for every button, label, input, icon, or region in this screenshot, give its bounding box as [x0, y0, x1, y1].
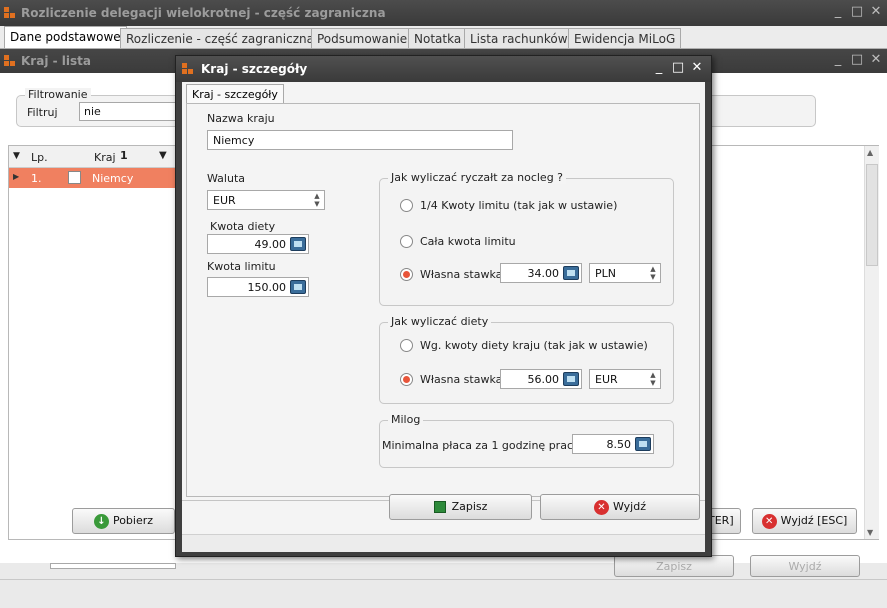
- tab-kraj-szczegoly[interactable]: Kraj - szczegóły: [186, 84, 284, 104]
- save-button[interactable]: Zapisz: [389, 494, 532, 520]
- row-lp: 1.: [31, 172, 42, 185]
- grid-scrollbar[interactable]: ▲ ▼: [864, 146, 879, 539]
- list-maximize-icon[interactable]: □: [849, 52, 865, 68]
- exit-button[interactable]: ✕ Wyjdź: [540, 494, 700, 520]
- calculator-icon[interactable]: [635, 437, 651, 451]
- currency-select[interactable]: EUR ▲ ▼: [207, 190, 325, 210]
- footer-divider: [0, 579, 887, 580]
- sort-order-icon: 1: [120, 149, 128, 162]
- list-window-title: Kraj - lista: [21, 54, 91, 68]
- dialog-title-bar: Kraj - szczegóły _ □ ✕: [176, 56, 711, 82]
- diet-amount-label: Kwota diety: [210, 220, 276, 233]
- diet-option-country: Wg. kwoty diety kraju (tak jak w ustawie…: [420, 339, 648, 352]
- maximize-icon[interactable]: □: [849, 4, 865, 20]
- tab-lista-rachunkow[interactable]: Lista rachunków: [464, 28, 574, 48]
- row-checkbox[interactable]: [68, 171, 81, 184]
- diet-radio-own[interactable]: [400, 373, 413, 386]
- dialog-body: Kraj - szczegóły Nazwa kraju Niemcy Walu…: [182, 82, 705, 552]
- country-details-dialog: Kraj - szczegóły _ □ ✕ Kraj - szczegóły …: [175, 55, 712, 557]
- floppy-disk-icon: [433, 501, 446, 513]
- dialog-close-icon[interactable]: ✕: [689, 60, 705, 76]
- tab-dane-podstawowe[interactable]: Dane podstawowe: [4, 26, 127, 48]
- filter-label: Filtruj: [27, 106, 58, 119]
- milog-group: Milog Minimalna płaca za 1 godzinę pracy…: [379, 413, 674, 468]
- lodging-option-full: Cała kwota limitu: [420, 235, 516, 248]
- min-wage-input[interactable]: 8.50: [572, 434, 654, 454]
- tab-notatka[interactable]: Notatka: [408, 28, 468, 48]
- column-kraj[interactable]: Kraj: [94, 151, 116, 164]
- calculator-icon[interactable]: [290, 280, 306, 294]
- pobierz-button[interactable]: ↓ Pobierz: [72, 508, 175, 534]
- exit-esc-button[interactable]: ✕ Wyjdź [ESC]: [752, 508, 857, 534]
- main-window-title: Rozliczenie delegacji wielokrotnej - czę…: [21, 6, 386, 20]
- close-icon[interactable]: ✕: [868, 4, 884, 20]
- exit-icon: ✕: [761, 513, 777, 529]
- lodging-group: Jak wyliczać ryczałt za nocleg ? 1/4 Kwo…: [379, 171, 674, 306]
- list-close-icon[interactable]: ✕: [868, 52, 884, 68]
- lodging-radio-own[interactable]: [400, 268, 413, 281]
- dialog-maximize-icon[interactable]: □: [670, 60, 686, 76]
- currency-label: Waluta: [207, 172, 245, 185]
- filter-input[interactable]: nie: [79, 102, 179, 121]
- lodging-group-legend: Jak wyliczać ryczałt za nocleg ?: [388, 171, 567, 184]
- diet-group: Jak wyliczać diety Wg. kwoty diety kraju…: [379, 315, 674, 404]
- column-lp[interactable]: Lp.: [31, 151, 48, 164]
- diet-currency-select[interactable]: EUR ▲ ▼: [589, 369, 661, 389]
- filter-group-legend: Filtrowanie: [25, 88, 91, 101]
- footer-field-partial[interactable]: [50, 563, 176, 569]
- dialog-title: Kraj - szczegóły: [201, 62, 308, 76]
- calculator-icon[interactable]: [563, 266, 579, 280]
- lodging-radio-quarter[interactable]: [400, 199, 413, 212]
- row-indicator-icon: ▶: [13, 172, 20, 181]
- minimize-icon[interactable]: _: [830, 4, 846, 20]
- dialog-status-strip: [182, 534, 705, 552]
- lodging-rate-input[interactable]: 34.00: [500, 263, 582, 283]
- limit-amount-label: Kwota limitu: [207, 260, 276, 273]
- funnel-icon[interactable]: ▼: [159, 150, 167, 161]
- row-kraj: Niemcy: [92, 172, 134, 185]
- diet-radio-country[interactable]: [400, 339, 413, 352]
- scroll-up-icon[interactable]: ▲: [867, 148, 873, 157]
- lodging-radio-full[interactable]: [400, 235, 413, 248]
- main-footer: Zapisz Wyjdź: [0, 555, 887, 608]
- lodging-option-quarter: 1/4 Kwoty limitu (tak jak w ustawie): [420, 199, 618, 212]
- diet-amount-input[interactable]: 49.00: [207, 234, 309, 254]
- list-minimize-icon[interactable]: _: [830, 52, 846, 68]
- diet-currency-spin-icon[interactable]: ▲ ▼: [647, 371, 659, 387]
- country-name-input[interactable]: Niemcy: [207, 130, 513, 150]
- limit-amount-input[interactable]: 150.00: [207, 277, 309, 297]
- diet-option-own: Własna stawka: [420, 373, 503, 386]
- diet-rate-input[interactable]: 56.00: [500, 369, 582, 389]
- currency-spin-icon[interactable]: ▲ ▼: [311, 192, 323, 208]
- list-logo-icon: [4, 55, 16, 67]
- app-logo-icon: [4, 7, 16, 19]
- lodging-currency-select[interactable]: PLN ▲ ▼: [589, 263, 661, 283]
- diet-group-legend: Jak wyliczać diety: [388, 315, 492, 328]
- min-wage-label: Minimalna płaca za 1 godzinę pracy: [382, 439, 580, 452]
- dialog-logo-icon: [182, 63, 194, 75]
- footer-save-button-partial[interactable]: Zapisz: [614, 555, 734, 577]
- tab-podsumowanie[interactable]: Podsumowanie: [311, 28, 414, 48]
- tab-ewidencja-milog[interactable]: Ewidencja MiLoG: [568, 28, 682, 48]
- country-name-label: Nazwa kraju: [207, 112, 275, 125]
- scroll-down-icon[interactable]: ▼: [867, 528, 873, 537]
- dialog-minimize-icon[interactable]: _: [651, 60, 667, 76]
- main-title-bar: Rozliczenie delegacji wielokrotnej - czę…: [0, 0, 887, 26]
- footer-exit-button-partial[interactable]: Wyjdź: [750, 555, 860, 577]
- filter-row-icon[interactable]: ▼: [13, 151, 20, 161]
- grid-header: ▼ Lp. Kraj 1 ▼: [9, 146, 179, 168]
- scroll-thumb[interactable]: [866, 164, 878, 266]
- lodging-currency-spin-icon[interactable]: ▲ ▼: [647, 265, 659, 281]
- tab-rozliczenie[interactable]: Rozliczenie - część zagraniczna: [120, 28, 320, 48]
- main-tabs: Dane podstawowe Rozliczenie - część zagr…: [0, 26, 887, 48]
- table-row[interactable]: ▶ 1. Niemcy: [9, 168, 179, 188]
- lodging-option-own: Własna stawka: [420, 268, 503, 281]
- calculator-icon[interactable]: [290, 237, 306, 251]
- exit-icon: ✕: [593, 499, 609, 515]
- milog-group-legend: Milog: [388, 413, 424, 426]
- calculator-icon[interactable]: [563, 372, 579, 386]
- download-icon: ↓: [93, 513, 109, 529]
